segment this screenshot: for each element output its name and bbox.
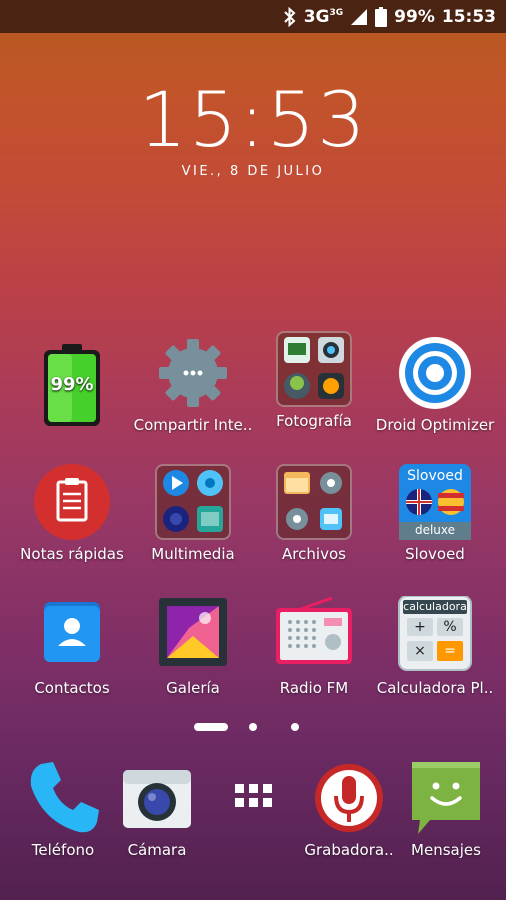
app-radio[interactable]: Radio FM <box>251 596 377 697</box>
status-time: 15:53 <box>441 6 496 27</box>
app-label: Galería <box>166 679 220 697</box>
app-compartir[interactable]: Compartir Inte.. <box>130 333 256 434</box>
folder-fotografia[interactable]: Fotografía <box>251 329 377 430</box>
battery-icon <box>375 6 388 27</box>
clock-date: VIE., 8 DE JULIO <box>181 164 325 179</box>
calc-header: calculadora <box>403 600 467 613</box>
camera-icon <box>117 758 197 838</box>
page-dot-active[interactable] <box>194 723 228 731</box>
app-label: Multimedia <box>151 545 235 563</box>
app-droid-optimizer[interactable]: Droid Optimizer <box>372 333 498 434</box>
clock-time: 15:53 <box>138 75 368 164</box>
app-label: Archivos <box>282 545 346 563</box>
gallery-icon <box>153 596 233 676</box>
contacts-icon <box>32 596 112 676</box>
calc-key-percent: % <box>443 619 457 635</box>
clock-widget[interactable]: 15:53 VIE., 8 DE JULIO <box>0 75 506 180</box>
bluetooth-icon <box>283 6 297 27</box>
battery-badge: 99% <box>50 374 94 395</box>
app-label: Notas rápidas <box>20 545 124 563</box>
page-indicator <box>0 720 506 734</box>
folder-archivos[interactable]: Archivos <box>251 462 377 563</box>
app-label: Mensajes <box>411 841 481 859</box>
page-dot[interactable] <box>291 723 299 731</box>
app-galeria[interactable]: Galería <box>130 596 256 697</box>
notes-icon <box>32 462 112 542</box>
slovoed-bottom-text: deluxe <box>414 523 456 537</box>
app-label: Compartir Inte.. <box>133 416 253 434</box>
dock-mensajes[interactable]: Mensajes <box>383 758 506 859</box>
battery-widget[interactable]: 99% <box>9 340 135 426</box>
calculator-icon: calculadora + % × = <box>395 596 475 676</box>
app-contactos[interactable]: Contactos <box>9 596 135 697</box>
optimizer-gear-icon <box>395 333 475 413</box>
status-bar: 3G 3G 99% 15:53 <box>0 0 506 33</box>
app-label: Droid Optimizer <box>375 416 495 434</box>
signal-icon <box>350 8 368 26</box>
folder-icon <box>274 329 354 409</box>
battery-app-icon: 99% <box>32 340 112 426</box>
calc-key-equals: = <box>444 643 456 659</box>
app-label: Cámara <box>127 841 187 859</box>
messages-icon <box>406 758 486 838</box>
battery-percent: 99% <box>394 6 435 27</box>
network-type: 3G 3G <box>303 6 344 27</box>
folder-icon <box>274 462 354 542</box>
app-label: Contactos <box>34 679 110 697</box>
phone-icon <box>23 758 103 838</box>
app-notas[interactable]: Notas rápidas <box>9 462 135 563</box>
app-label: Slovoed <box>405 545 465 563</box>
calc-key-plus: + <box>414 619 426 635</box>
page-dot[interactable] <box>249 723 257 731</box>
gear-icon <box>153 333 233 413</box>
app-label: Calculadora Pl.. <box>376 679 494 697</box>
radio-icon <box>274 596 354 676</box>
app-label: Radio FM <box>279 679 349 697</box>
microphone-icon <box>309 758 389 838</box>
apps-grid-icon <box>213 758 293 838</box>
folder-multimedia[interactable]: Multimedia <box>130 462 256 563</box>
slovoed-top-text: Slovoed <box>407 468 463 484</box>
dictionary-icon: Slovoed deluxe <box>395 462 475 542</box>
calc-key-times: × <box>414 643 426 659</box>
app-calculadora[interactable]: calculadora + % × = Calculadora Pl.. <box>372 596 498 697</box>
app-slovoed[interactable]: Slovoed deluxe Slovoed <box>372 462 498 563</box>
app-label: Fotografía <box>276 412 352 430</box>
folder-icon <box>153 462 233 542</box>
